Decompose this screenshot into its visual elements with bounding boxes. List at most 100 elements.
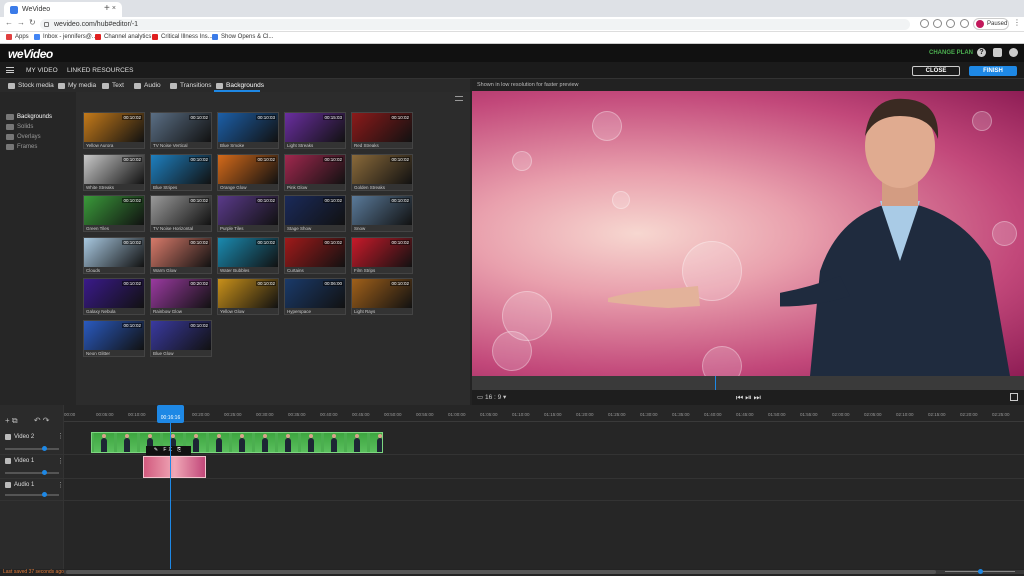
background-thumbnail[interactable]: 00:15:03 Light Streaks xyxy=(284,112,346,149)
background-thumbnail[interactable]: 00:10:02 Light Rays xyxy=(351,278,413,315)
star-icon[interactable] xyxy=(933,19,942,28)
linked-resources-menu[interactable]: LINKED RESOURCES xyxy=(67,67,133,74)
fullscreen-icon[interactable] xyxy=(1010,393,1018,401)
timeline-playhead[interactable] xyxy=(170,416,171,569)
aspect-ratio-select[interactable]: ▭ 16 : 9 ▾ xyxy=(477,393,506,401)
background-thumbnail[interactable]: 00:10:02 Green Tiles xyxy=(83,195,145,232)
background-thumbnail[interactable]: 00:10:02 Blue Glow xyxy=(150,319,212,357)
background-thumbnail[interactable]: 00:10:02 Galaxy Nebula xyxy=(83,278,145,315)
thumbnail-caption: Green Tiles xyxy=(86,226,110,231)
tab-title: WeVideo xyxy=(22,6,51,13)
redo-icon[interactable]: ↷ xyxy=(43,416,50,425)
undo-icon[interactable]: ↶ xyxy=(34,416,41,425)
track-menu-icon[interactable]: ⋮ xyxy=(57,432,64,440)
video-1-background-clip[interactable] xyxy=(143,456,206,478)
extension-icon[interactable] xyxy=(946,19,955,28)
translate-icon[interactable] xyxy=(920,19,929,28)
background-thumbnail[interactable]: 00:10:02 Warm Glow xyxy=(150,236,212,274)
zoom-slider-knob[interactable] xyxy=(978,569,983,574)
change-plan-link[interactable]: CHANGE PLAN xyxy=(929,50,973,56)
background-thumbnail[interactable]: 00:10:02 Water Bubbles xyxy=(217,236,279,274)
hamburger-menu-icon[interactable] xyxy=(6,67,14,73)
rocket-icon[interactable] xyxy=(1009,48,1018,57)
bookmark-item[interactable]: Show Opens & Cl... xyxy=(212,34,273,40)
ruler-tick-label: 02:10:00 xyxy=(896,412,914,417)
track-menu-icon[interactable]: ⋮ xyxy=(57,457,64,465)
background-thumbnail[interactable]: 00:10:02 Red Streaks xyxy=(351,112,413,149)
bookmark-item[interactable]: Channel analytics xyxy=(95,34,151,40)
background-thumbnail[interactable]: 00:10:02 Yellow Glow xyxy=(217,278,279,315)
skip-back-icon[interactable]: ⏮ xyxy=(736,393,745,402)
category-backgrounds[interactable]: Backgrounds xyxy=(6,114,52,120)
background-thumbnail[interactable]: 00:10:02 Yellow Aurora xyxy=(83,112,145,149)
ruler-tick-label: 02:00:00 xyxy=(832,412,850,417)
ruler-tick-label: 00:45:00 xyxy=(352,412,370,417)
fx-button[interactable]: FX xyxy=(163,447,173,453)
background-thumbnail[interactable]: 00:10:02 Neon Glitter xyxy=(83,319,145,357)
category-overlays[interactable]: Overlays xyxy=(6,134,41,140)
profile-button[interactable]: Paused xyxy=(973,18,1009,30)
background-thumbnail[interactable]: 00:10:02 Snow xyxy=(351,195,413,232)
tab-stock-media[interactable]: Stock media xyxy=(8,82,54,89)
layers-icon[interactable]: ⧉ xyxy=(12,416,18,425)
skip-forward-icon[interactable]: ⏭ xyxy=(754,393,763,402)
background-thumbnail[interactable]: 00:10:02 Curtains xyxy=(284,236,346,274)
track-menu-icon[interactable]: ⋮ xyxy=(57,481,64,489)
track-volume-slider[interactable] xyxy=(5,470,59,475)
background-thumbnail[interactable]: 00:10:02 Pink Glow xyxy=(284,153,346,191)
ruler-tick-label: 01:55:00 xyxy=(800,412,818,417)
play-icon[interactable]: ⏯ xyxy=(745,393,753,402)
new-tab-button[interactable]: + xyxy=(104,3,110,14)
puzzle-icon[interactable] xyxy=(960,19,969,28)
background-thumbnail[interactable]: 00:10:02 Stage Show xyxy=(284,195,346,232)
app-logo[interactable]: weVideo xyxy=(8,47,53,61)
background-thumbnail[interactable]: 00:10:02 TV Noise Vertical xyxy=(150,112,212,149)
forward-icon[interactable]: → xyxy=(17,18,25,27)
preview-scrubber[interactable] xyxy=(472,376,1024,390)
add-track-icon[interactable]: + xyxy=(5,416,10,425)
reload-icon[interactable]: ↻ xyxy=(29,18,36,27)
tab-transitions[interactable]: Transitions xyxy=(170,82,212,89)
my-video-menu[interactable]: MY VIDEO xyxy=(26,67,58,74)
thumbnail-caption: Warm Glow xyxy=(153,267,177,273)
help-icon[interactable]: ? xyxy=(977,48,986,57)
category-solids[interactable]: Solids xyxy=(6,124,33,130)
background-thumbnail[interactable]: 00:10:02 Blue Stripes xyxy=(150,153,212,191)
background-thumbnail[interactable]: 00:10:02 White Streaks xyxy=(83,153,145,191)
clip-toolbar[interactable]: ✎ FX ⎘ xyxy=(146,446,191,455)
playhead-time-badge[interactable]: 00:16:16 xyxy=(157,405,184,423)
bell-icon[interactable] xyxy=(993,48,1002,57)
back-icon[interactable]: ← xyxy=(5,18,13,27)
background-thumbnail[interactable]: 00:10:02 Purple Tiles xyxy=(217,195,279,232)
close-tab-icon[interactable]: × xyxy=(112,5,116,12)
background-thumbnail[interactable]: 00:10:02 Film Strips xyxy=(351,236,413,274)
browser-menu-icon[interactable]: ⋮ xyxy=(1013,18,1021,27)
background-thumbnail[interactable]: 00:10:02 Clouds xyxy=(83,236,145,274)
track-volume-slider[interactable] xyxy=(5,446,59,451)
presenter-silhouette xyxy=(216,434,222,452)
timeline-tools: + ⧉ ↶ ↷ xyxy=(5,416,50,426)
url-field[interactable]: wevideo.com/hub#editor/-1 xyxy=(40,19,910,30)
tab-my-media[interactable]: My media xyxy=(58,82,96,89)
playback-controls[interactable]: ⏮⏯⏭ xyxy=(736,393,763,403)
preview-playhead[interactable] xyxy=(715,376,716,390)
background-thumbnail[interactable]: 00:20:02 Rainbow Glow xyxy=(150,278,212,315)
track-volume-slider[interactable] xyxy=(5,492,59,497)
tab-text[interactable]: Text xyxy=(102,82,124,89)
background-thumbnail[interactable]: 00:06:00 Hyperspace xyxy=(284,278,346,315)
bookmark-item[interactable]: Inbox - jennifers@... xyxy=(34,34,97,40)
category-frames[interactable]: Frames xyxy=(6,144,37,150)
close-button[interactable]: CLOSE xyxy=(912,66,960,76)
video-2-clip[interactable] xyxy=(91,432,383,453)
finish-button[interactable]: FINISH xyxy=(969,66,1017,76)
background-thumbnail[interactable]: 00:10:02 Golden Streaks xyxy=(351,153,413,191)
tab-audio[interactable]: Audio xyxy=(134,82,161,89)
timeline-scroll-thumb[interactable] xyxy=(66,570,936,574)
background-thumbnail[interactable]: 00:10:02 TV Noise Horizontal xyxy=(150,195,212,232)
background-thumbnail[interactable]: 00:10:02 Orange Glow xyxy=(217,153,279,191)
bookmark-item[interactable]: Apps xyxy=(6,34,29,40)
background-thumbnail[interactable]: 00:10:03 Blue Smoke xyxy=(217,112,279,149)
bookmark-item[interactable]: Critical Illness Ins... xyxy=(152,34,213,40)
panel-menu-icon[interactable] xyxy=(455,96,463,101)
tab-backgrounds[interactable]: Backgrounds xyxy=(216,82,264,89)
